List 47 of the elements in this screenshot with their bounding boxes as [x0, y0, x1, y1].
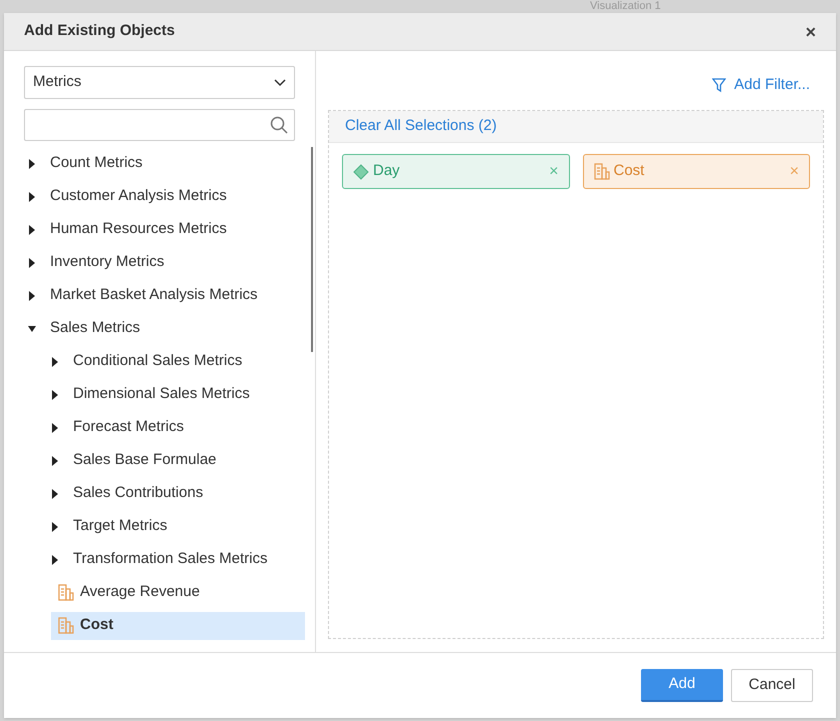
caret-icon[interactable] — [28, 290, 36, 300]
chip-label: Cost — [614, 161, 646, 182]
diamond-icon — [353, 164, 369, 180]
add-filter-link[interactable]: Add Filter... — [734, 74, 810, 97]
tree-item[interactable]: Dimensional Sales Metrics — [73, 383, 250, 406]
caret-icon[interactable] — [51, 422, 59, 432]
search-icon — [270, 116, 288, 134]
tree-item[interactable]: Market Basket Analysis Metrics — [50, 284, 258, 307]
chevron-down-icon — [274, 78, 286, 86]
scrollbar[interactable] — [311, 147, 313, 352]
bar-chart-icon — [594, 163, 610, 180]
bar-chart-icon — [58, 617, 74, 634]
chip-label: Day — [373, 161, 401, 182]
tree-item[interactable]: Conditional Sales Metrics — [73, 350, 242, 373]
tree-item[interactable]: Inventory Metrics — [50, 251, 164, 274]
tree-item[interactable]: Human Resources Metrics — [50, 218, 227, 241]
caret-icon[interactable] — [28, 158, 36, 168]
tree-item[interactable]: Forecast Metrics — [73, 416, 184, 439]
caret-icon[interactable] — [28, 324, 36, 334]
metric-label: Cost — [80, 615, 114, 636]
close-button[interactable]: × — [805, 22, 816, 40]
tree-item[interactable]: Customer Analysis Metrics — [50, 185, 227, 208]
caret-icon[interactable] — [51, 554, 59, 564]
search-field[interactable] — [24, 109, 295, 141]
tree-item[interactable]: Target Metrics — [73, 515, 168, 538]
caret-icon[interactable] — [51, 390, 59, 400]
dialog-title: Add Existing Objects — [24, 21, 175, 42]
caret-icon[interactable] — [28, 224, 36, 234]
tree-item[interactable]: Transformation Sales Metrics — [73, 548, 268, 571]
tree-item[interactable]: Count Metrics — [50, 152, 143, 175]
caret-icon[interactable] — [51, 488, 59, 498]
tree-item[interactable]: Cost — [51, 612, 305, 640]
background-title: Visualization 1 — [590, 0, 661, 12]
tree-item[interactable]: Average Revenue — [51, 578, 305, 606]
caret-icon[interactable] — [51, 456, 59, 466]
tree-item[interactable]: Sales Base Formulae — [73, 449, 216, 472]
caret-icon[interactable] — [51, 522, 59, 532]
tree-item[interactable]: Sales Metrics — [50, 317, 140, 340]
caret-icon[interactable] — [28, 258, 36, 268]
caret-icon[interactable] — [28, 192, 36, 202]
filter-icon — [712, 78, 726, 93]
cancel-button[interactable]: Cancel — [731, 669, 813, 702]
tree-item[interactable]: Sales Contributions — [73, 482, 204, 505]
bar-chart-icon — [58, 584, 74, 601]
dropdown[interactable]: Metrics — [24, 66, 295, 99]
caret-icon[interactable] — [51, 356, 59, 366]
metric-label: Average Revenue — [80, 582, 200, 602]
